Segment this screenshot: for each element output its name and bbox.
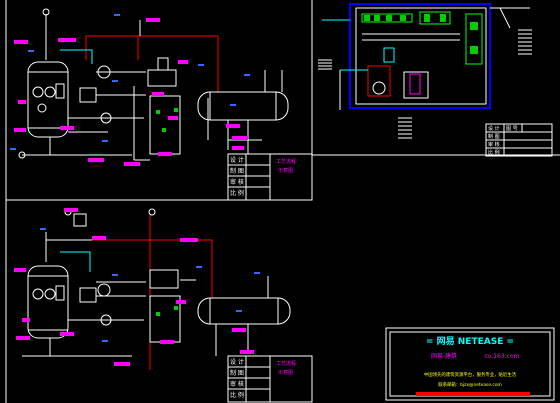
tb-right-row-4: 比 例 <box>488 149 500 156</box>
tb-top-row-1: 设 计 <box>230 156 244 164</box>
banner-subtitle-left: 网易·建筑 <box>431 352 457 360</box>
tb-bottom-row-3: 审 核 <box>230 380 244 388</box>
tb-bottom-row-1: 设 计 <box>230 358 244 366</box>
banner-subtitle-right: co.163.com <box>485 353 520 360</box>
tb-bottom-row-4: 比 例 <box>230 391 244 399</box>
banner-line-1: 中国领先的建筑资源平台，服务专业，贴近生活 <box>424 371 517 378</box>
tb-bottom-row-2: 制 图 <box>230 369 244 377</box>
tb-right-row-3: 审 核 <box>488 141 500 148</box>
tb-bottom-label-1: 工艺流程 <box>276 360 296 367</box>
cad-drawing-canvas: 设 计 制 图 审 核 比 例 工艺流程 示意图 设 计 制 图 审 核 比 例… <box>0 0 560 403</box>
tb-bottom-label-2: 示意图 <box>278 369 293 376</box>
tb-top-row-2: 制 图 <box>230 167 244 175</box>
tb-right-row-1: 设 计 <box>488 125 500 132</box>
tb-right-extra: 图 号 <box>506 126 518 132</box>
tb-right-row-2: 制 图 <box>488 133 500 140</box>
tb-top-label-1: 工艺流程 <box>276 158 296 165</box>
tb-top-row-4: 比 例 <box>230 189 244 197</box>
banner-title: = 网易 NETEASE = <box>426 336 514 347</box>
banner-line-2: 联系邮箱：bjzx@netease.com <box>438 381 502 388</box>
tb-top-row-3: 审 核 <box>230 178 244 186</box>
tb-top-label-2: 示意图 <box>278 167 293 174</box>
